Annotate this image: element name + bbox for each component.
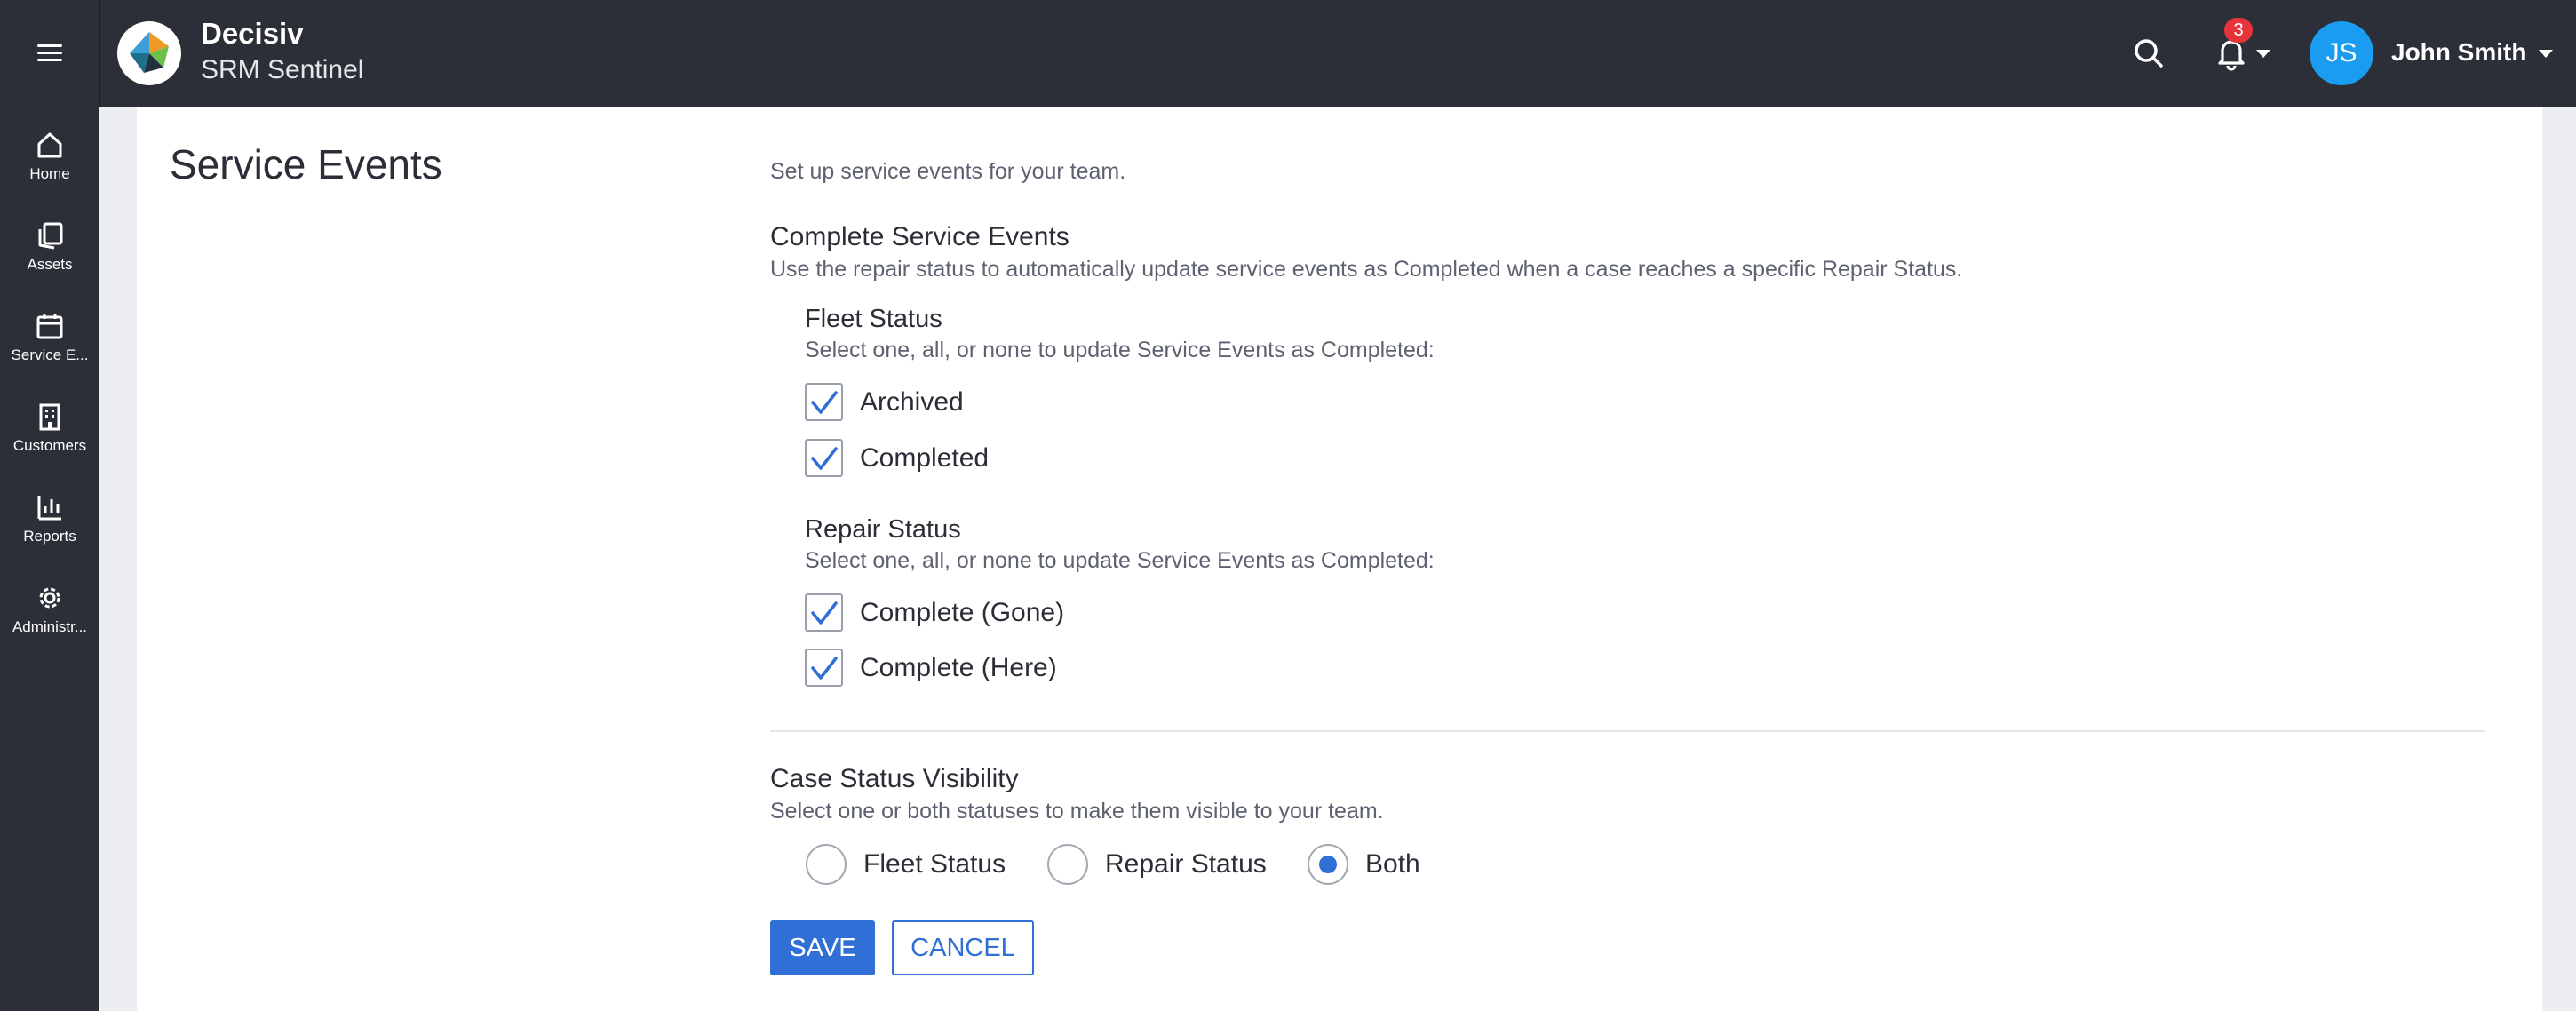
section-divider: [770, 730, 2485, 732]
checkbox-completed[interactable]: Completed: [805, 439, 989, 477]
page-intro: Set up service events for your team.: [770, 159, 1126, 184]
checkbox-box[interactable]: [805, 649, 843, 687]
checkmark-icon: [810, 446, 838, 470]
checkbox-box[interactable]: [805, 439, 843, 477]
search-icon[interactable]: [2130, 35, 2167, 72]
menu-button[interactable]: [0, 0, 99, 107]
complete-service-events-description: Use the repair status to automatically u…: [770, 257, 1963, 282]
checkmark-icon: [810, 390, 838, 414]
hamburger-icon: [37, 44, 62, 62]
assets-icon: [38, 222, 63, 250]
sidebar-item-administration[interactable]: Administr...: [0, 572, 99, 661]
cancel-button[interactable]: CANCEL: [892, 920, 1034, 975]
sidebar-item-label: Assets: [27, 256, 73, 273]
checkbox-box[interactable]: [805, 383, 843, 421]
user-name[interactable]: John Smith: [2391, 38, 2526, 67]
checkbox-complete-gone[interactable]: Complete (Gone): [805, 593, 1064, 632]
notification-count-badge: 3: [2224, 18, 2253, 43]
radio-selected-dot: [1319, 856, 1337, 873]
checkmark-icon: [810, 656, 838, 680]
checkmark-icon: [810, 601, 838, 625]
checkbox-label: Completed: [860, 442, 990, 473]
radio-fleet-status[interactable]: Fleet Status: [806, 844, 1006, 885]
radio-button[interactable]: [1047, 844, 1088, 885]
checkbox-label: Complete (Here): [860, 652, 1057, 682]
checkbox-box[interactable]: [805, 593, 843, 632]
sidebar-item-label: Customers: [12, 437, 87, 454]
repair-status-title: Repair Status: [805, 515, 961, 544]
radio-button[interactable]: [1308, 844, 1348, 885]
sidebar-item-assets[interactable]: Assets: [0, 210, 99, 299]
bar-chart-icon: [37, 496, 61, 521]
repair-status-description: Select one, all, or none to update Servi…: [805, 548, 1435, 573]
header-divider: [99, 0, 100, 107]
radio-repair-status[interactable]: Repair Status: [1047, 844, 1267, 885]
save-button[interactable]: SAVE: [770, 920, 875, 975]
sidebar-item-label: Home: [29, 165, 70, 182]
complete-service-events-title: Complete Service Events: [770, 222, 1069, 251]
notifications-caret-icon[interactable]: [2256, 50, 2270, 58]
building-icon: [39, 403, 60, 431]
decisiv-logo: [117, 21, 181, 85]
checkbox-archived[interactable]: Archived: [805, 383, 964, 421]
radio-label: Both: [1365, 849, 1420, 879]
case-status-visibility-description: Select one or both statuses to make them…: [770, 799, 1384, 824]
home-icon: [37, 132, 62, 158]
sidebar-item-home[interactable]: Home: [0, 119, 99, 208]
sidebar: Home Assets Service E... Customers Repor…: [0, 107, 99, 1011]
top-bar: Decisiv SRM Sentinel 3 JS John Smith: [0, 0, 2576, 107]
radio-button[interactable]: [806, 844, 847, 885]
sidebar-item-service-events[interactable]: Service E...: [0, 300, 99, 389]
fleet-status-title: Fleet Status: [805, 305, 942, 333]
radio-label: Fleet Status: [863, 849, 1006, 879]
brand-name: Decisiv: [201, 17, 304, 50]
gear-icon: [39, 587, 60, 609]
sidebar-item-label: Service E...: [11, 346, 89, 363]
radio-both[interactable]: Both: [1308, 844, 1420, 885]
checkbox-complete-here[interactable]: Complete (Here): [805, 649, 1057, 687]
sidebar-item-customers[interactable]: Customers: [0, 391, 99, 480]
sidebar-item-reports[interactable]: Reports: [0, 482, 99, 570]
sidebar-item-label: Administr...: [12, 618, 88, 635]
user-menu-caret-icon[interactable]: [2539, 50, 2553, 58]
user-avatar[interactable]: JS: [2310, 21, 2373, 85]
calendar-icon: [36, 314, 63, 339]
brand-subtitle: SRM Sentinel: [201, 55, 364, 84]
radio-label: Repair Status: [1105, 849, 1267, 879]
checkbox-label: Archived: [860, 386, 964, 417]
sidebar-item-label: Reports: [23, 528, 76, 545]
page-title: Service Events: [170, 141, 442, 187]
checkbox-label: Complete (Gone): [860, 597, 1065, 627]
case-status-visibility-title: Case Status Visibility: [770, 764, 1019, 793]
fleet-status-description: Select one, all, or none to update Servi…: [805, 338, 1435, 362]
